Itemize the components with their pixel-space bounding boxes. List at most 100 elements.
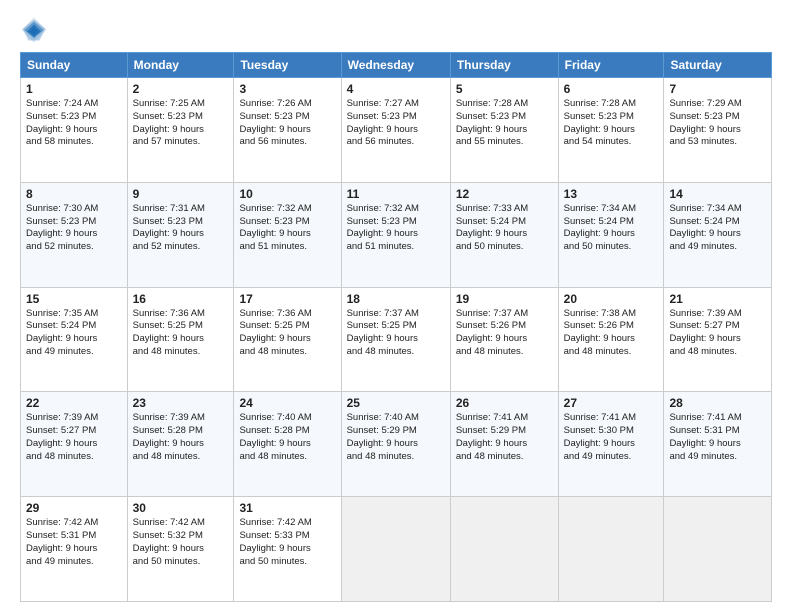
day-number: 12 — [456, 187, 553, 201]
day-info-line: Daylight: 9 hours — [239, 438, 335, 451]
day-number: 19 — [456, 292, 553, 306]
day-info-line: Sunrise: 7:39 AM — [669, 308, 766, 321]
weekday-header-row: SundayMondayTuesdayWednesdayThursdayFrid… — [21, 53, 772, 78]
calendar-cell: 20Sunrise: 7:38 AMSunset: 5:26 PMDayligh… — [558, 287, 664, 392]
day-info-line: and 48 minutes. — [133, 346, 229, 359]
weekday-header-cell: Saturday — [664, 53, 772, 78]
day-info-line: and 55 minutes. — [456, 136, 553, 149]
day-number: 23 — [133, 396, 229, 410]
day-info-line: and 52 minutes. — [133, 241, 229, 254]
day-number: 22 — [26, 396, 122, 410]
weekday-header-cell: Friday — [558, 53, 664, 78]
calendar-cell: 12Sunrise: 7:33 AMSunset: 5:24 PMDayligh… — [450, 182, 558, 287]
day-number: 4 — [347, 82, 445, 96]
day-info-line: and 49 minutes. — [669, 451, 766, 464]
day-info-line: Sunrise: 7:39 AM — [133, 412, 229, 425]
weekday-header-cell: Tuesday — [234, 53, 341, 78]
day-info-line: Daylight: 9 hours — [564, 124, 659, 137]
weekday-header-cell: Wednesday — [341, 53, 450, 78]
calendar-cell: 3Sunrise: 7:26 AMSunset: 5:23 PMDaylight… — [234, 78, 341, 183]
day-info-line: Daylight: 9 hours — [347, 438, 445, 451]
day-info-line: and 52 minutes. — [26, 241, 122, 254]
day-info-line: Sunset: 5:23 PM — [669, 111, 766, 124]
day-info-line: Sunrise: 7:39 AM — [26, 412, 122, 425]
calendar-cell — [558, 497, 664, 602]
day-number: 2 — [133, 82, 229, 96]
day-info-line: Sunrise: 7:40 AM — [347, 412, 445, 425]
day-info-line: Daylight: 9 hours — [456, 228, 553, 241]
day-info-line: Sunset: 5:30 PM — [564, 425, 659, 438]
day-info-line: Sunrise: 7:38 AM — [564, 308, 659, 321]
day-info-line: Sunset: 5:23 PM — [564, 111, 659, 124]
calendar-body: 1Sunrise: 7:24 AMSunset: 5:23 PMDaylight… — [21, 78, 772, 602]
day-info-line: Sunset: 5:24 PM — [669, 216, 766, 229]
day-info-line: and 48 minutes. — [564, 346, 659, 359]
day-info-line: Daylight: 9 hours — [239, 543, 335, 556]
day-info-line: Sunset: 5:23 PM — [26, 216, 122, 229]
logo — [20, 16, 54, 44]
day-info-line: Daylight: 9 hours — [669, 333, 766, 346]
day-info-line: Daylight: 9 hours — [669, 228, 766, 241]
day-info-line: Sunset: 5:28 PM — [133, 425, 229, 438]
day-info-line: Daylight: 9 hours — [133, 438, 229, 451]
day-info-line: and 51 minutes. — [347, 241, 445, 254]
day-info-line: Daylight: 9 hours — [456, 333, 553, 346]
day-info-line: Daylight: 9 hours — [26, 124, 122, 137]
day-number: 14 — [669, 187, 766, 201]
day-info-line: Sunrise: 7:31 AM — [133, 203, 229, 216]
calendar-cell: 27Sunrise: 7:41 AMSunset: 5:30 PMDayligh… — [558, 392, 664, 497]
day-info-line: Sunset: 5:23 PM — [239, 216, 335, 229]
calendar-cell: 26Sunrise: 7:41 AMSunset: 5:29 PMDayligh… — [450, 392, 558, 497]
day-info-line: Sunrise: 7:26 AM — [239, 98, 335, 111]
day-info-line: Daylight: 9 hours — [133, 333, 229, 346]
day-info-line: Sunset: 5:26 PM — [456, 320, 553, 333]
page: SundayMondayTuesdayWednesdayThursdayFrid… — [0, 0, 792, 612]
day-info-line: and 57 minutes. — [133, 136, 229, 149]
day-info-line: Daylight: 9 hours — [239, 333, 335, 346]
day-number: 17 — [239, 292, 335, 306]
calendar-week-row: 8Sunrise: 7:30 AMSunset: 5:23 PMDaylight… — [21, 182, 772, 287]
day-info-line: Sunset: 5:27 PM — [26, 425, 122, 438]
day-number: 28 — [669, 396, 766, 410]
day-info-line: Daylight: 9 hours — [26, 333, 122, 346]
day-info-line: and 49 minutes. — [26, 346, 122, 359]
day-number: 3 — [239, 82, 335, 96]
day-number: 6 — [564, 82, 659, 96]
calendar-cell: 18Sunrise: 7:37 AMSunset: 5:25 PMDayligh… — [341, 287, 450, 392]
day-info-line: Sunrise: 7:41 AM — [564, 412, 659, 425]
day-info-line: Sunrise: 7:28 AM — [456, 98, 553, 111]
day-info-line: Sunset: 5:23 PM — [26, 111, 122, 124]
day-info-line: and 51 minutes. — [239, 241, 335, 254]
calendar-cell: 11Sunrise: 7:32 AMSunset: 5:23 PMDayligh… — [341, 182, 450, 287]
calendar-cell: 7Sunrise: 7:29 AMSunset: 5:23 PMDaylight… — [664, 78, 772, 183]
day-info-line: Sunset: 5:23 PM — [133, 216, 229, 229]
day-info-line: and 48 minutes. — [239, 451, 335, 464]
calendar-cell: 22Sunrise: 7:39 AMSunset: 5:27 PMDayligh… — [21, 392, 128, 497]
day-info-line: Sunset: 5:25 PM — [347, 320, 445, 333]
day-info-line: and 50 minutes. — [133, 556, 229, 569]
day-info-line: and 54 minutes. — [564, 136, 659, 149]
day-info-line: Daylight: 9 hours — [347, 124, 445, 137]
calendar-cell: 2Sunrise: 7:25 AMSunset: 5:23 PMDaylight… — [127, 78, 234, 183]
day-info-line: and 56 minutes. — [239, 136, 335, 149]
header — [20, 16, 772, 44]
calendar-cell: 29Sunrise: 7:42 AMSunset: 5:31 PMDayligh… — [21, 497, 128, 602]
calendar-cell: 28Sunrise: 7:41 AMSunset: 5:31 PMDayligh… — [664, 392, 772, 497]
day-info-line: Sunrise: 7:34 AM — [564, 203, 659, 216]
calendar-week-row: 22Sunrise: 7:39 AMSunset: 5:27 PMDayligh… — [21, 392, 772, 497]
day-number: 16 — [133, 292, 229, 306]
day-info-line: Sunset: 5:31 PM — [669, 425, 766, 438]
day-info-line: Sunrise: 7:41 AM — [456, 412, 553, 425]
calendar-cell: 4Sunrise: 7:27 AMSunset: 5:23 PMDaylight… — [341, 78, 450, 183]
day-info-line: Daylight: 9 hours — [133, 543, 229, 556]
calendar-cell: 17Sunrise: 7:36 AMSunset: 5:25 PMDayligh… — [234, 287, 341, 392]
day-info-line: Sunrise: 7:27 AM — [347, 98, 445, 111]
day-info-line: and 48 minutes. — [456, 346, 553, 359]
day-info-line: Daylight: 9 hours — [456, 438, 553, 451]
calendar-week-row: 1Sunrise: 7:24 AMSunset: 5:23 PMDaylight… — [21, 78, 772, 183]
day-number: 11 — [347, 187, 445, 201]
day-info-line: Sunrise: 7:25 AM — [133, 98, 229, 111]
day-info-line: Sunrise: 7:36 AM — [133, 308, 229, 321]
day-info-line: Daylight: 9 hours — [564, 333, 659, 346]
day-number: 15 — [26, 292, 122, 306]
